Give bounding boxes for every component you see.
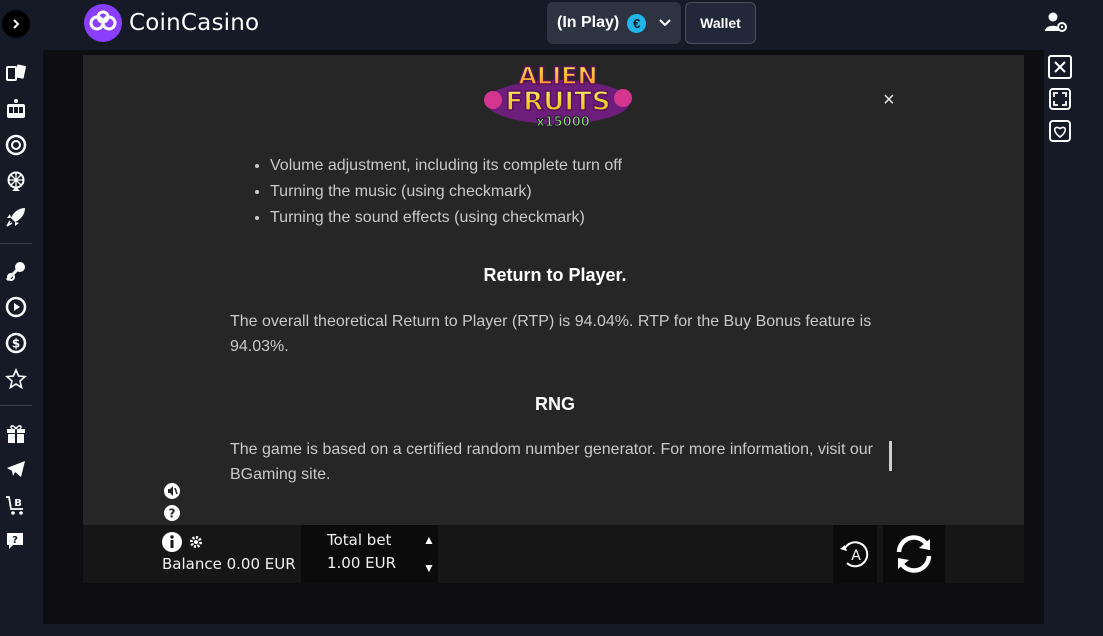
close-rules-button[interactable]: × <box>883 89 895 112</box>
sidebar-item-slots[interactable] <box>4 97 28 121</box>
total-bet-value: 1.00 EUR <box>327 554 397 572</box>
rules-scrollbar[interactable] <box>889 441 892 471</box>
favorite-button[interactable] <box>1048 119 1072 143</box>
sound-settings-icon <box>164 483 180 499</box>
chat-icon: ? <box>7 533 23 549</box>
balance-dropdown[interactable]: (In Play) € <box>547 2 681 44</box>
dollar-coin-icon: $ <box>5 332 27 354</box>
spin-button[interactable] <box>883 525 945 583</box>
sidebar-divider <box>0 405 32 406</box>
spin-refresh-icon <box>896 535 932 573</box>
slot-machine-icon <box>7 99 25 118</box>
sidebar-item-promotions[interactable] <box>4 421 28 445</box>
bet-increase-button[interactable]: ▲ <box>423 533 435 547</box>
gift-icon <box>7 425 25 443</box>
euro-currency-icon: € <box>627 13 647 33</box>
game-settings-button[interactable] <box>189 535 203 549</box>
rocket-icon <box>6 208 25 227</box>
bitcoin-cart-icon: B <box>6 496 23 515</box>
logo-line-1: ALIEN <box>518 62 597 90</box>
brand-name: CoinCasino <box>129 10 260 36</box>
help-button[interactable]: ? <box>162 503 182 523</box>
user-settings-button[interactable] <box>1044 10 1068 34</box>
balance-status: (In Play) <box>557 14 620 31</box>
logo-line-2: FRUITS <box>505 87 610 117</box>
bet-decrease-button[interactable]: ▼ <box>423 561 435 575</box>
fullscreen-icon <box>1049 88 1071 110</box>
sidebar-divider <box>0 243 32 244</box>
sidebar-item-crash[interactable] <box>4 205 28 229</box>
help-icon: ? <box>164 505 180 521</box>
sidebar-item-casino[interactable] <box>4 61 28 85</box>
sidebar-item-buy-crypto[interactable]: B <box>4 493 28 517</box>
cards-icon <box>6 64 26 81</box>
wallet-button[interactable]: Wallet <box>685 2 756 44</box>
gear-icon <box>190 536 202 548</box>
telegram-icon <box>7 461 25 477</box>
top-header: CoinCasino (In Play) € Wallet <box>0 0 1103 50</box>
close-box-icon <box>1054 61 1066 73</box>
sidebar-item-sports[interactable] <box>4 259 28 283</box>
user-settings-icon <box>1045 12 1067 32</box>
wheel-icon <box>7 171 25 191</box>
svg-text:B: B <box>14 498 22 509</box>
sidebar-expand-button[interactable] <box>2 10 30 38</box>
rules-content: Volume adjustment, including its complet… <box>230 153 880 487</box>
autoplay-label: A <box>851 548 861 564</box>
sidebar-item-favorites[interactable] <box>4 367 28 391</box>
chevron-down-icon <box>659 19 671 27</box>
sidebar-item-live[interactable] <box>4 295 28 319</box>
settings-list: Volume adjustment, including its complet… <box>230 153 880 231</box>
sports-icon <box>5 262 25 282</box>
list-item: Turning the sound effects (using checkma… <box>270 205 880 231</box>
sidebar-item-telegram[interactable] <box>4 457 28 481</box>
sidebar-item-roulette[interactable] <box>4 133 28 157</box>
list-item: Volume adjustment, including its complet… <box>270 153 880 179</box>
info-button[interactable] <box>161 531 183 553</box>
rng-text: The game is based on a certified random … <box>230 441 873 483</box>
rtp-heading: Return to Player. <box>483 265 627 285</box>
fullscreen-button[interactable] <box>1048 87 1072 111</box>
star-icon <box>5 368 27 390</box>
sound-toggle-button[interactable] <box>162 481 182 501</box>
brand-logo[interactable]: CoinCasino <box>83 3 259 43</box>
sidebar-item-cashback[interactable]: $ <box>4 331 28 355</box>
rng-heading: RNG <box>535 394 575 414</box>
live-play-icon <box>5 296 27 318</box>
autoplay-icon: A <box>840 541 869 568</box>
info-icon <box>162 532 182 552</box>
roulette-icon <box>5 134 27 156</box>
sidebar-nav: $ B ? <box>0 50 43 636</box>
close-game-button[interactable] <box>1048 55 1072 79</box>
svg-text:?: ? <box>169 507 176 521</box>
game-rules-panel: ALIEN FRUITS x15000 × Volume adjustment,… <box>83 55 1024 525</box>
heart-icon <box>1049 120 1071 142</box>
svg-text:$: $ <box>12 337 20 351</box>
logo-line-3: x15000 <box>536 115 590 130</box>
total-bet-label: Total bet <box>327 531 392 549</box>
chevron-right-icon <box>13 19 20 29</box>
balance-display: Balance 0.00 EUR <box>162 555 296 573</box>
autoplay-button[interactable]: A <box>833 525 877 583</box>
svg-text:?: ? <box>12 535 18 546</box>
coincasino-logo-icon <box>84 4 122 42</box>
alien-fruits-logo: ALIEN FRUITS x15000 <box>484 61 632 131</box>
list-item: Turning the music (using checkmark) <box>270 179 880 205</box>
sidebar-item-wheel[interactable] <box>4 169 28 193</box>
rtp-text: The overall theoretical Return to Player… <box>230 313 872 355</box>
sidebar-item-support[interactable]: ? <box>4 529 28 553</box>
game-control-bar: Balance 0.00 EUR Total bet 1.00 EUR ▲ ▼ … <box>83 525 1024 583</box>
total-bet-panel: Total bet 1.00 EUR ▲ ▼ <box>301 525 438 583</box>
